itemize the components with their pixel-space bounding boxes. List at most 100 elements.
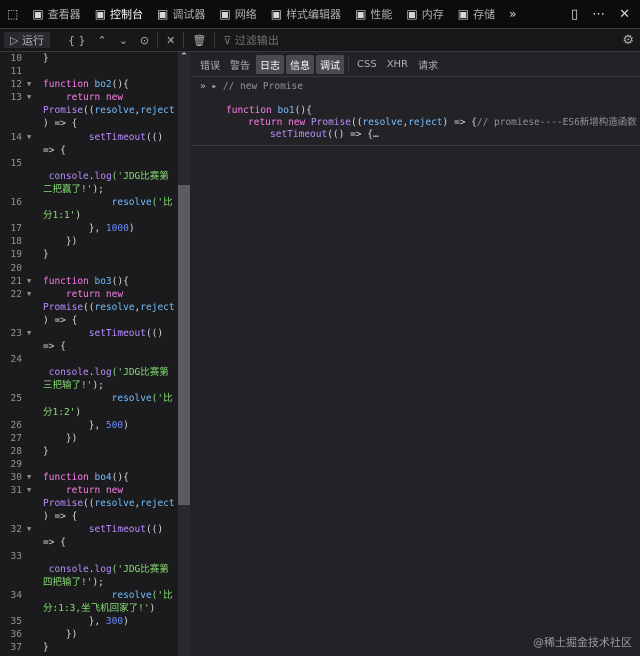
- editor-line: 21 ▼ function bo3(){: [0, 275, 178, 288]
- code-token: ) => {: [43, 314, 78, 326]
- tab-label: 控制台: [110, 8, 144, 21]
- line-number: 23: [10, 327, 22, 339]
- filter-6[interactable]: XHR: [383, 57, 412, 72]
- filter-icon: ⊽: [223, 34, 235, 47]
- multiline-editor[interactable]: 10} 11 12 ▼ function bo2(){13 ▼ return new Pro…: [0, 52, 178, 656]
- code-token: setTimeout: [43, 524, 146, 536]
- filter-5[interactable]: CSS: [353, 57, 381, 72]
- line-number: 27: [10, 432, 22, 444]
- editor-line: => {: [0, 340, 178, 353]
- tab-label: 调试器: [172, 8, 206, 21]
- play-icon: ▷: [10, 34, 22, 47]
- code-token: ((): [145, 131, 164, 143]
- responsive-icon[interactable]: ▯: [571, 7, 578, 22]
- code-token: ((): [145, 327, 164, 339]
- editor-line: 分1:2'): [0, 406, 178, 419]
- fold-icon[interactable]: ▼: [27, 275, 31, 288]
- pretty-print-button[interactable]: { }: [62, 34, 92, 47]
- code-token: log: [94, 563, 112, 575]
- editor-line: 四把输了!');: [0, 576, 178, 589]
- filter-0[interactable]: 错误: [196, 55, 224, 74]
- code-token: return new: [43, 485, 124, 497]
- clear-console-icon[interactable]: 🗑: [186, 34, 212, 47]
- tab-performance[interactable]: ▣ 性能: [348, 0, 399, 28]
- editor-line: 26 }, 500): [0, 419, 178, 432]
- code-token: reject: [408, 117, 443, 128]
- inspector-icon: ▣: [32, 7, 44, 21]
- line-number: 26: [10, 419, 22, 431]
- fold-icon[interactable]: ▼: [27, 91, 31, 104]
- run-button[interactable]: ▷ 运行: [4, 32, 50, 48]
- editor-line: 35 }, 300): [0, 615, 178, 628]
- editor-line: 12 ▼ function bo2(){: [0, 78, 178, 91]
- scroll-up-icon[interactable]: ⌃: [178, 52, 190, 62]
- fold-icon[interactable]: ▼: [27, 484, 31, 497]
- filter-input[interactable]: ⊽ 过滤输出: [217, 32, 285, 48]
- code-token: ('比: [151, 589, 173, 601]
- code-token: ('比: [151, 393, 173, 405]
- editor-line: 25 resolve('比: [0, 392, 178, 405]
- close-icon[interactable]: ✕: [619, 7, 630, 22]
- close-editor-icon[interactable]: ✕: [160, 34, 181, 47]
- code-token: ): [123, 616, 129, 628]
- code-token: resolve: [94, 498, 135, 510]
- tab-storage[interactable]: ▣ 存储: [451, 0, 502, 28]
- line-number: 31: [10, 485, 22, 497]
- line-number: 15: [10, 157, 22, 169]
- scrollbar-thumb[interactable]: [178, 185, 190, 505]
- code-token: (){: [111, 472, 129, 483]
- code-token: ): [75, 210, 82, 222]
- tab-memory[interactable]: ▣ 内存: [399, 0, 450, 28]
- tab-label: 存储: [473, 8, 496, 21]
- code-token: 分:1:3,坐飞机回家了!': [43, 602, 150, 614]
- code-token: => {: [43, 537, 66, 549]
- history-down-button[interactable]: ⌄: [113, 34, 134, 47]
- tab-label: 网络: [234, 8, 257, 21]
- editor-line: 17 }, 1000): [0, 222, 178, 235]
- more-tabs-button[interactable]: »: [502, 0, 523, 28]
- code-token: }: [43, 249, 49, 261]
- element-picker-button[interactable]: ⬚: [0, 0, 25, 28]
- filter-4[interactable]: 调试: [316, 54, 344, 74]
- fold-icon[interactable]: ▼: [27, 471, 31, 484]
- memory-icon: ▣: [406, 7, 418, 21]
- tab-inspector[interactable]: ▣ 查看器: [25, 0, 87, 28]
- fold-icon[interactable]: ▼: [27, 327, 31, 340]
- fold-icon[interactable]: ▼: [27, 288, 31, 301]
- code-token: (() => {…: [327, 129, 379, 140]
- fold-icon[interactable]: ▼: [27, 523, 31, 536]
- history-up-button[interactable]: ⌃: [91, 34, 112, 47]
- line-number: 11: [10, 66, 22, 78]
- tab-debugger[interactable]: ▣ 调试器: [150, 0, 212, 28]
- line-number: 33: [10, 550, 22, 562]
- settings-gear-icon[interactable]: ⚙: [616, 33, 640, 48]
- editor-line: 36 }): [0, 628, 178, 641]
- network-icon: ▣: [219, 7, 231, 21]
- tab-style-editor[interactable]: ▣ 样式编辑器: [264, 0, 348, 28]
- code-token: 300: [105, 616, 124, 628]
- line-number: 34: [10, 589, 22, 601]
- line-number: 20: [10, 262, 22, 274]
- tab-console[interactable]: ▣ 控制台: [88, 0, 150, 28]
- filter-1[interactable]: 警告: [226, 55, 254, 74]
- tab-label: 样式编辑器: [286, 8, 342, 21]
- tab-label: 内存: [421, 8, 444, 21]
- fold-icon[interactable]: ▼: [27, 131, 31, 144]
- console-output-entry: » ▸ // new Promise function bo1(){ retur…: [192, 77, 640, 146]
- console-filter-bar: 错误 警告 日志 信息 调试 CSS XHR 请求: [192, 52, 640, 77]
- fold-icon[interactable]: ▼: [27, 78, 31, 91]
- code-token: ) => {: [442, 117, 477, 128]
- line-number: 21: [10, 275, 22, 287]
- code-token: 1000: [105, 223, 129, 235]
- code-token: Promise: [43, 105, 84, 117]
- search-history-icon[interactable]: ⊙: [134, 34, 155, 47]
- filter-3[interactable]: 信息: [286, 54, 314, 74]
- more-icon[interactable]: ⋯: [592, 7, 605, 22]
- editor-line: ) => {: [0, 117, 178, 130]
- tab-network[interactable]: ▣ 网络: [212, 0, 263, 28]
- filter-2[interactable]: 日志: [256, 54, 284, 74]
- editor-line: => {: [0, 536, 178, 549]
- filter-7[interactable]: 请求: [414, 55, 442, 74]
- output-line[interactable]: setTimeout(() => {…: [270, 128, 379, 141]
- code-token: reject: [140, 301, 175, 313]
